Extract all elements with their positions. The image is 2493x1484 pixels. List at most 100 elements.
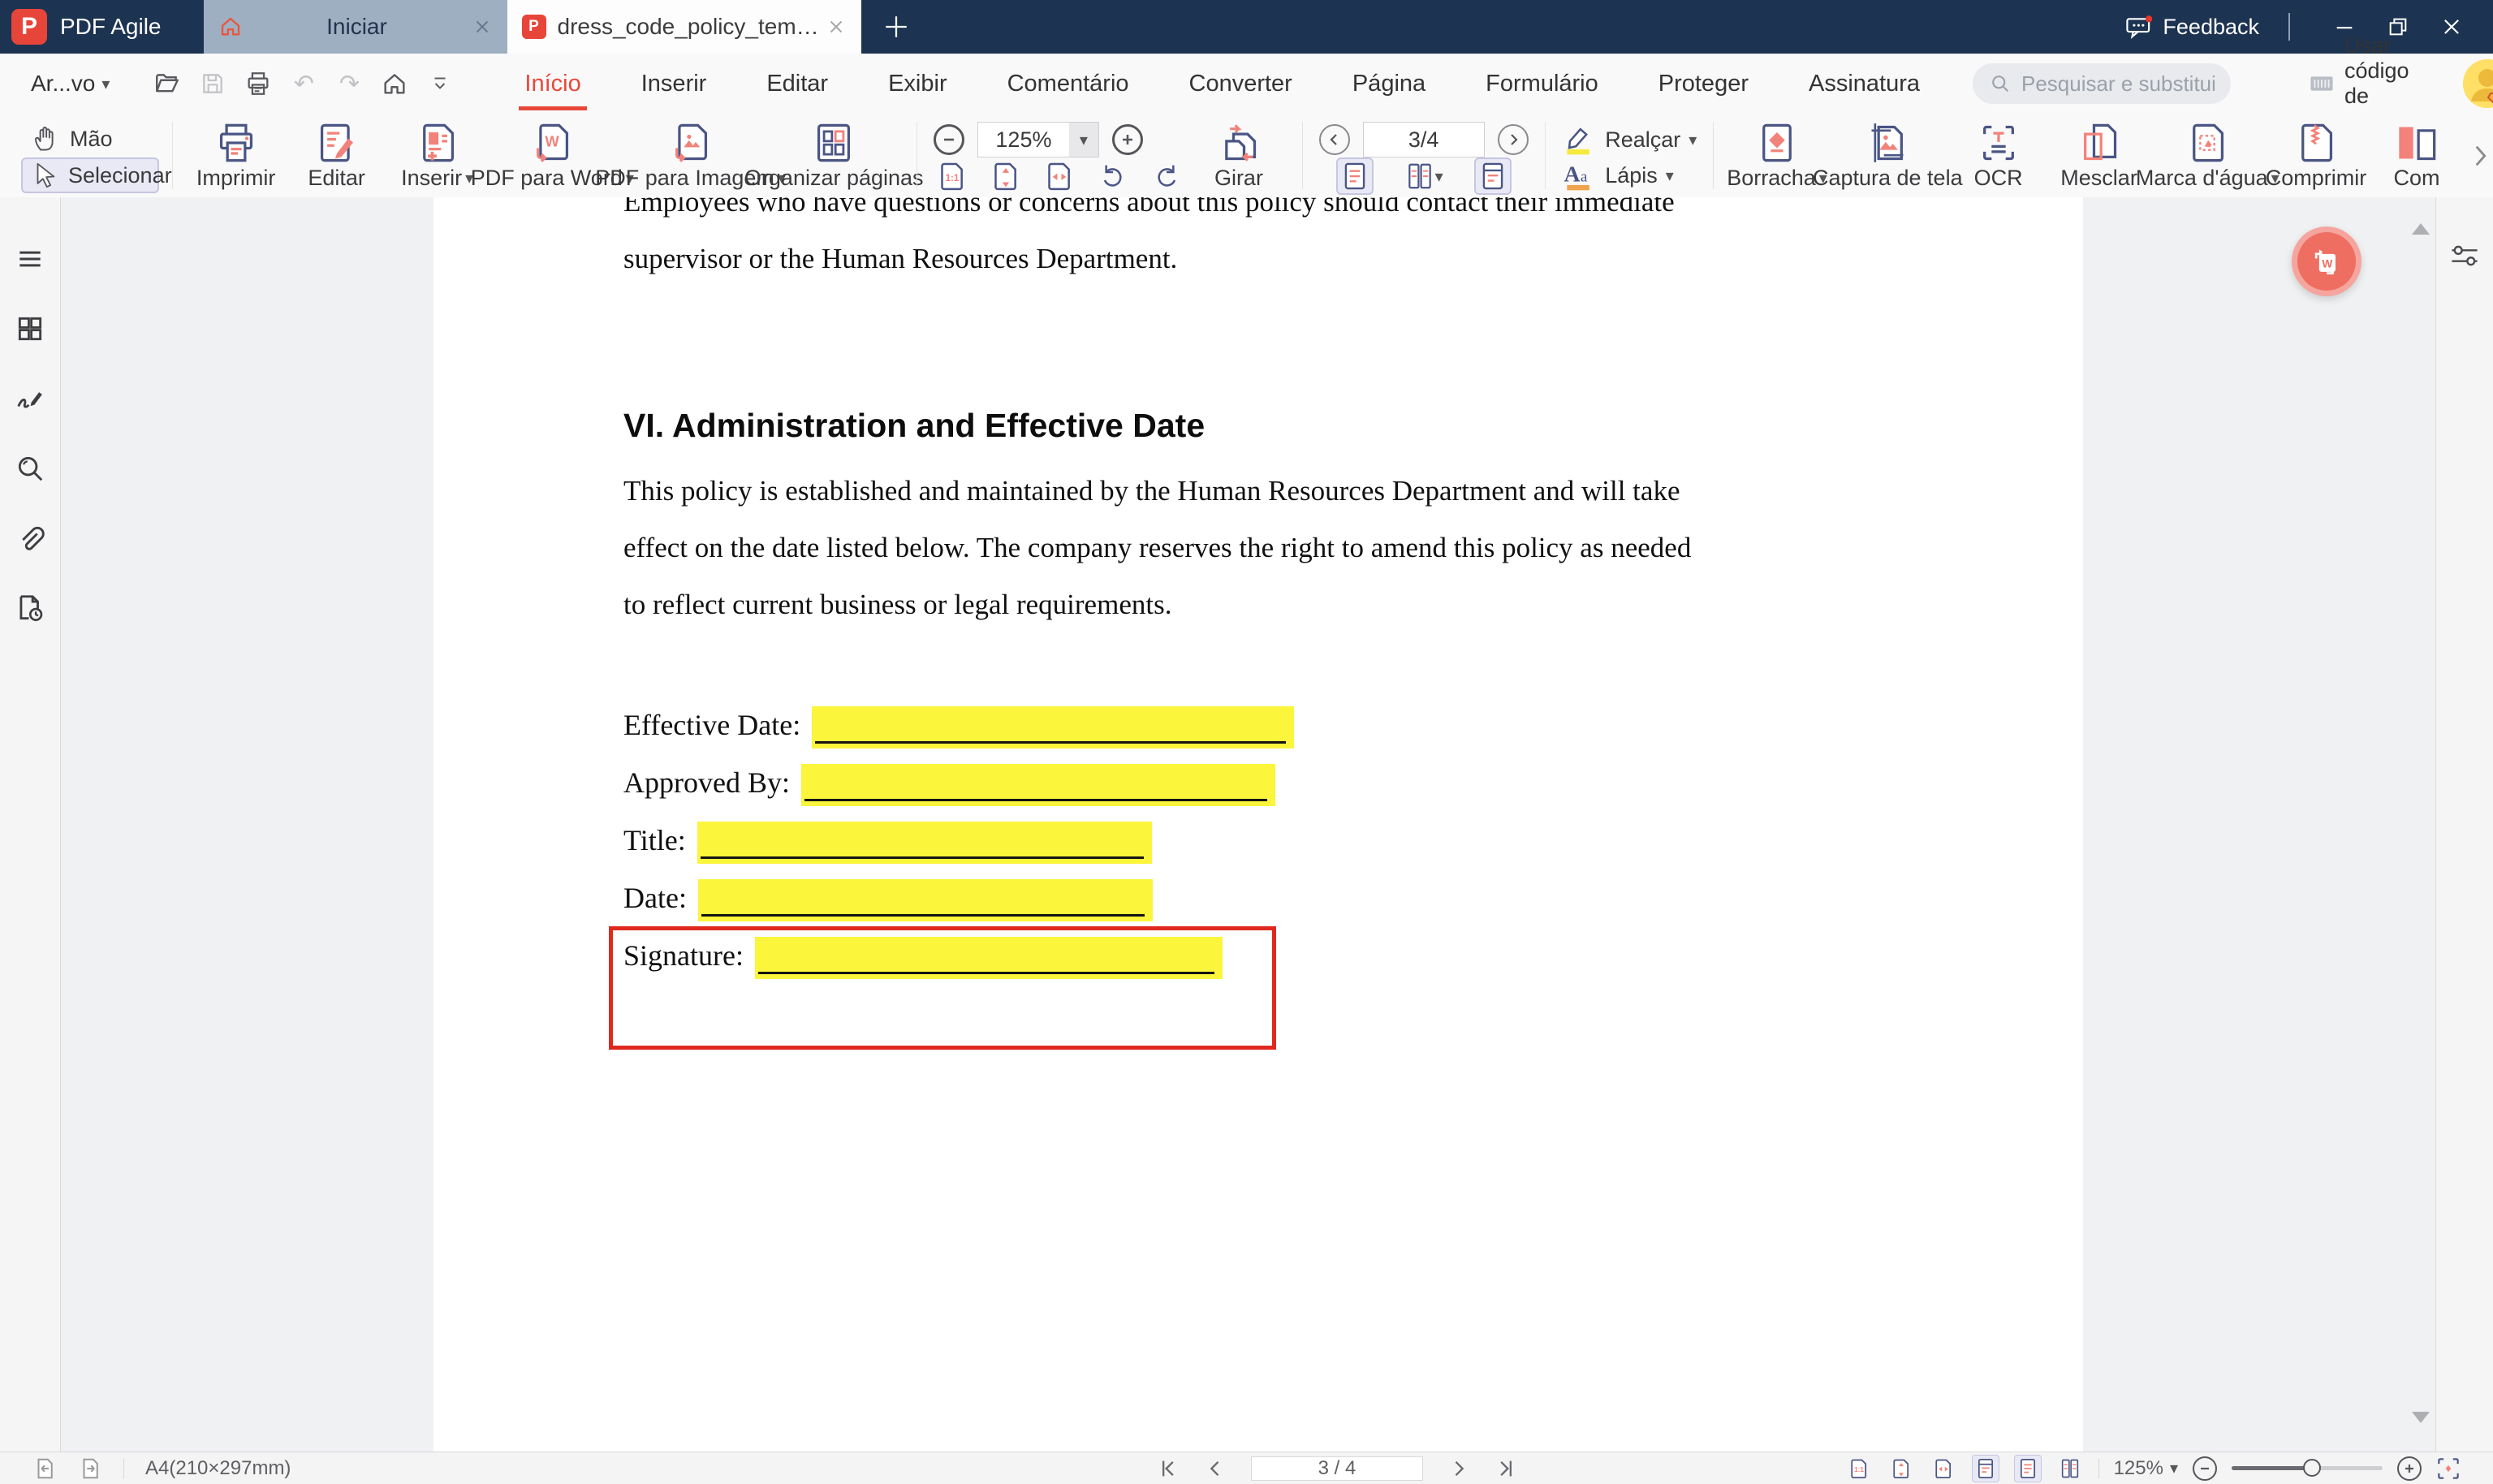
menu-pagina[interactable]: Página (1322, 54, 1456, 114)
search-panel-icon[interactable] (14, 452, 46, 485)
document-canvas[interactable]: Employees who have questions or concerns… (61, 197, 2435, 1452)
overflow-button[interactable]: Com (2366, 114, 2467, 197)
menu-formulario[interactable]: Formulário (1456, 54, 1628, 114)
open-file-icon[interactable] (153, 70, 181, 97)
page-number-input[interactable]: 3/4 (1362, 122, 1485, 157)
highlighted-blank[interactable] (800, 764, 1275, 806)
tab-iniciar[interactable]: Iniciar (203, 0, 507, 54)
organize-pages-icon (813, 122, 855, 164)
properties-sliders-icon[interactable] (2448, 239, 2481, 1452)
zoom-in-button[interactable] (1111, 124, 1143, 155)
previous-view-button[interactable] (32, 1456, 57, 1481)
highlighted-blank[interactable] (697, 879, 1153, 921)
last-page-button[interactable] (1495, 1457, 1517, 1480)
rotate-left-button[interactable] (1094, 157, 1132, 195)
outline-panel-icon[interactable] (14, 243, 46, 275)
fit-page-button[interactable] (987, 157, 1024, 195)
first-page-button[interactable] (1157, 1457, 1180, 1480)
menu-inicio[interactable]: Início (494, 54, 610, 114)
highlight-button[interactable]: Realçar ▾ (1561, 122, 1697, 157)
menu-exibir[interactable]: Exibir (858, 54, 977, 114)
next-page-button[interactable] (1447, 1457, 1470, 1480)
next-view-button[interactable] (78, 1456, 102, 1481)
close-tab-icon[interactable] (472, 16, 493, 37)
single-page-view-button[interactable] (2013, 1454, 2042, 1482)
insert-label: Inserir (401, 166, 463, 190)
feedback-button[interactable]: Feedback (2125, 15, 2259, 40)
scroll-up-icon[interactable] (2412, 223, 2430, 235)
menu-editar[interactable]: Editar (736, 54, 858, 114)
page-number-input[interactable]: 3 / 4 (1251, 1456, 1423, 1481)
organize-pages-button[interactable]: Organizar páginas (744, 114, 924, 197)
history-panel-icon[interactable] (14, 592, 46, 624)
screenshot-button[interactable]: Captura de tela (1813, 114, 1963, 197)
zoom-dropdown[interactable]: ▾ (1068, 123, 1098, 157)
rotate-label: Girar (1214, 166, 1263, 190)
toolbar-expand-icon[interactable] (2472, 142, 2488, 170)
zoom-slider[interactable] (2232, 1459, 2383, 1477)
single-page-view-button[interactable] (1335, 157, 1374, 195)
page-indicator: 3/4 (1408, 127, 1439, 152)
tab-document[interactable]: P dress_code_policy_templat... (507, 0, 861, 54)
fullscreen-button[interactable] (2436, 1456, 2461, 1481)
home-icon[interactable] (381, 70, 408, 97)
file-menu[interactable]: Ar...vo ▾ (31, 71, 110, 97)
close-tab-icon[interactable] (826, 16, 847, 37)
pdf-page[interactable]: Employees who have questions or concerns… (433, 197, 2083, 1452)
actual-size-button[interactable]: 1:1 (934, 157, 971, 195)
zoom-out-button[interactable] (2193, 1456, 2217, 1481)
continuous-scroll-button[interactable] (1971, 1454, 1999, 1482)
caret-down-icon: ▾ (1079, 131, 1088, 149)
undo-icon[interactable]: ↶ (290, 70, 317, 97)
hand-tool-button[interactable]: Mão (21, 120, 159, 157)
rotate-pages-button[interactable]: Girar (1188, 114, 1289, 197)
highlighted-blank[interactable] (812, 706, 1295, 748)
ocr-button[interactable]: OCR (1948, 114, 2049, 197)
new-tab-button[interactable] (882, 13, 910, 41)
fit-page-button[interactable] (1887, 1455, 1915, 1482)
zoom-slider-handle[interactable] (2303, 1459, 2321, 1477)
merge-button[interactable]: Mesclar (2049, 114, 2150, 197)
menu-inserir[interactable]: Inserir (611, 54, 737, 114)
redo-icon[interactable]: ↷ (335, 70, 363, 97)
fit-width-button[interactable] (1930, 1455, 1957, 1482)
menu-proteger[interactable]: Proteger (1628, 54, 1779, 114)
red-annotation-rectangle[interactable] (609, 926, 1276, 1050)
previous-page-button[interactable] (1318, 124, 1350, 155)
zoom-level-dropdown[interactable]: 125% ▾ (2114, 1457, 2178, 1480)
pdf-to-image-button[interactable]: PDF para Imagem ▾ (595, 114, 786, 197)
collapse-toolbar-icon[interactable] (426, 70, 454, 97)
two-page-view-button[interactable] (2056, 1455, 2084, 1482)
edit-button[interactable]: Editar (287, 114, 387, 197)
highlighted-blank[interactable] (697, 822, 1152, 864)
vertical-scrollbar[interactable] (2408, 197, 2432, 1452)
close-window-button[interactable] (2425, 0, 2478, 54)
search-input[interactable]: Pesquisar e substituir (1973, 63, 2231, 104)
actual-size-button[interactable]: 1:1 (1845, 1455, 1873, 1482)
thumbnails-panel-icon[interactable] (14, 313, 46, 345)
attachments-panel-icon[interactable] (14, 522, 46, 554)
save-icon[interactable] (199, 70, 226, 97)
scroll-down-icon[interactable] (2412, 1412, 2430, 1423)
signature-panel-icon[interactable] (14, 382, 46, 415)
pencil-button[interactable]: Aa Lápis ▾ (1561, 157, 1697, 193)
compress-button[interactable]: Comprimir (2266, 114, 2366, 197)
previous-page-button[interactable] (1204, 1457, 1227, 1480)
menu-converter[interactable]: Converter (1159, 54, 1322, 114)
menu-comentario[interactable]: Comentário (977, 54, 1159, 114)
pdf-to-word-floating-button[interactable]: W (2292, 226, 2361, 296)
zoom-level-input[interactable]: 125% ▾ (977, 122, 1099, 157)
continuous-scroll-button[interactable] (1473, 157, 1512, 195)
zoom-in-button[interactable] (2397, 1456, 2422, 1481)
print-icon[interactable] (244, 70, 272, 97)
menu-assinatura[interactable]: Assinatura (1779, 54, 1950, 114)
fit-width-button[interactable] (1041, 157, 1078, 195)
print-button[interactable]: Imprimir (186, 114, 287, 197)
rotate-right-button[interactable] (1148, 157, 1185, 195)
select-tool-button[interactable]: Selecionar (21, 157, 172, 193)
two-page-view-button[interactable]: ▾ (1396, 157, 1451, 195)
next-page-button[interactable] (1497, 124, 1529, 155)
zoom-out-button[interactable] (933, 124, 964, 155)
watermark-button[interactable]: Marca d'água ▾ (2136, 114, 2279, 197)
user-avatar[interactable] (2463, 59, 2493, 108)
